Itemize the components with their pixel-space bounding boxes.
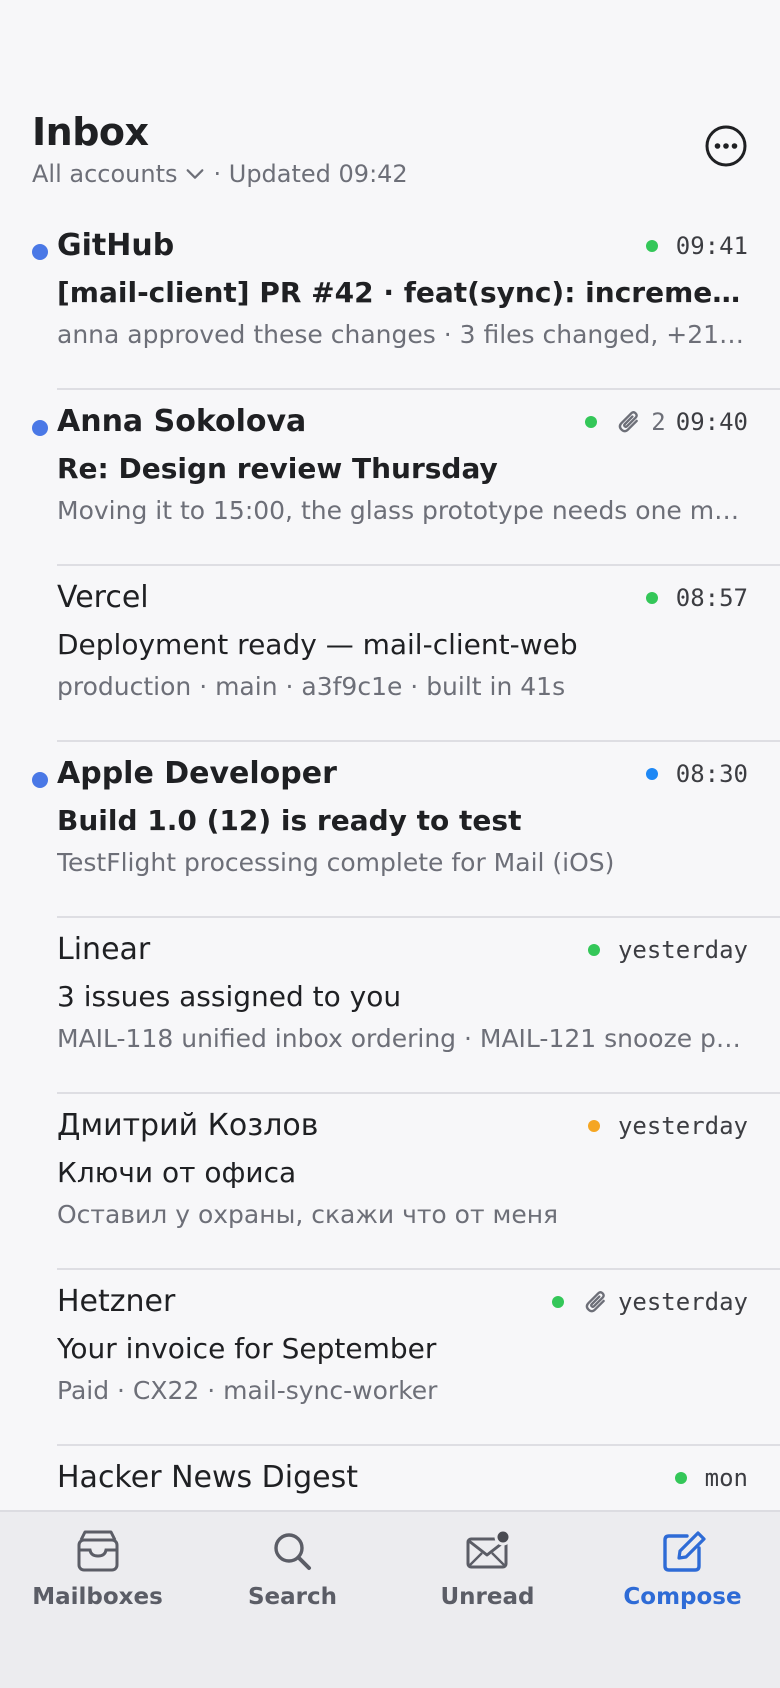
message-header-line: Дмитрий Козлов yesterday [57, 1108, 748, 1143]
message-header-line: Hacker News Digest mon [57, 1460, 748, 1495]
message-row[interactable]: Linear yesterday 3 issues assigned to you M… [0, 918, 780, 1094]
message-meta: 08:30 [645, 759, 748, 788]
message-sender: GitHub [57, 228, 175, 263]
tab-mailboxes[interactable]: Mailboxes [0, 1512, 195, 1688]
message-preview: Оставил у охраны, скажи что от меня [57, 1200, 559, 1229]
message-row[interactable]: Hetzner yesterday Your invoice for Septemb… [0, 1270, 780, 1446]
message-time: 09:40 [675, 407, 748, 436]
message-row[interactable]: Vercel 08:57 Deployment ready — mail-clien… [0, 566, 780, 742]
account-color-dot [587, 943, 600, 956]
tab-mailboxes-label: Mailboxes [32, 1584, 163, 1610]
message-subject: [mail-client] PR #42 · feat(sync): incre… [57, 276, 748, 309]
message-sender: Hetzner [57, 1284, 176, 1319]
account-color-dot [645, 239, 658, 252]
message-time: 09:41 [675, 231, 748, 260]
message-time: yesterday [617, 1287, 748, 1316]
message-header-line: Hetzner yesterday [57, 1284, 748, 1319]
unread-indicator [32, 244, 48, 260]
message-time: mon [704, 1463, 748, 1492]
message-sender: Дмитрий Козлов [57, 1108, 319, 1143]
message-sender: Apple Developer [57, 756, 337, 791]
message-time: yesterday [617, 935, 748, 964]
tab-unread-label: Unread [440, 1584, 535, 1610]
header-subtitle: All accounts · Updated 09:42 [32, 160, 748, 188]
unread-mail-icon [466, 1528, 511, 1569]
message-meta: yesterday [587, 935, 748, 964]
message-preview: production · main · a3f9c1e · built in 4… [57, 672, 566, 701]
tray-icon [77, 1530, 118, 1572]
message-list: GitHub 09:41 [mail-client] PR #42 · feat(s… [0, 214, 780, 1510]
attachment-count: 2 [651, 407, 666, 436]
message-meta: mon [674, 1463, 748, 1492]
search-icon [273, 1533, 311, 1570]
accounts-label: All accounts [32, 160, 178, 188]
message-subject: Build 1.0 (12) is ready to test [57, 804, 522, 837]
message-row[interactable]: GitHub 09:41 [mail-client] PR #42 · feat(s… [0, 214, 780, 390]
message-meta: 09:41 [645, 231, 748, 260]
account-color-dot [587, 1119, 600, 1132]
message-subject: Ключи от офиса [57, 1156, 297, 1189]
tab-bar: Mailboxes Search Unread Compose [0, 1510, 780, 1688]
message-header-line: Linear yesterday [57, 932, 748, 967]
account-color-dot [551, 1295, 564, 1308]
message-row[interactable]: Hacker News Digest mon [0, 1446, 780, 1510]
unread-indicator [32, 420, 48, 436]
more-options-icon[interactable] [704, 124, 748, 168]
message-header-line: Apple Developer 08:30 [57, 756, 748, 791]
unread-indicator [32, 772, 48, 788]
message-sender: Hacker News Digest [57, 1460, 358, 1495]
message-subject: Deployment ready — mail-client-web [57, 628, 578, 661]
message-preview: Moving it to 15:00, the glass prototype … [57, 496, 748, 525]
message-header-line: Vercel 08:57 [57, 580, 748, 615]
inbox-header: Inbox All accounts · Updated 09:42 [32, 110, 748, 188]
updated-label: · Updated 09:42 [213, 160, 408, 188]
message-preview: Paid · CX22 · mail-sync-worker [57, 1376, 438, 1405]
message-meta: 2 09:40 [585, 408, 748, 436]
message-meta: yesterday [587, 1111, 748, 1140]
paperclip-icon [618, 410, 639, 432]
tab-compose-label: Compose [623, 1584, 742, 1610]
message-row[interactable]: Anna Sokolova 2 09:40 Re: Design review Thu… [0, 390, 780, 566]
message-time: yesterday [617, 1111, 748, 1140]
paperclip-icon [585, 1290, 605, 1312]
message-meta: yesterday [551, 1287, 748, 1316]
message-subject: Re: Design review Thursday [57, 452, 498, 485]
message-sender: Anna Sokolova [57, 404, 307, 439]
tab-unread[interactable]: Unread [390, 1512, 585, 1688]
accounts-selector[interactable]: All accounts [32, 160, 206, 188]
compose-icon [662, 1531, 706, 1572]
message-preview: anna approved these changes · 3 files ch… [57, 320, 748, 349]
tab-compose[interactable]: Compose [585, 1512, 780, 1688]
message-subject: 3 issues assigned to you [57, 980, 402, 1013]
message-row[interactable]: Apple Developer 08:30 Build 1.0 (12) is re… [0, 742, 780, 918]
message-sender: Linear [57, 932, 151, 967]
chevron-down-icon [186, 169, 203, 179]
message-header-line: Anna Sokolova 2 09:40 [57, 404, 748, 439]
account-color-dot [674, 1471, 687, 1484]
message-header-line: GitHub 09:41 [57, 228, 748, 263]
account-color-dot [645, 591, 658, 604]
account-color-dot [585, 415, 598, 428]
tab-search-label: Search [247, 1584, 338, 1610]
message-time: 08:30 [675, 759, 748, 788]
tab-search[interactable]: Search [195, 1512, 390, 1688]
page-title: Inbox [32, 110, 149, 154]
message-preview: MAIL-118 unified inbox ordering · MAIL-1… [57, 1024, 748, 1053]
message-time: 08:57 [675, 583, 748, 612]
message-row[interactable]: Дмитрий Козлов yesterday Ключи от офиса Ост… [0, 1094, 780, 1270]
message-meta: 08:57 [645, 583, 748, 612]
message-preview: TestFlight processing complete for Mail … [57, 848, 615, 877]
message-sender: Vercel [57, 580, 149, 615]
message-subject: Your invoice for September [57, 1332, 437, 1365]
account-color-dot [645, 767, 658, 780]
